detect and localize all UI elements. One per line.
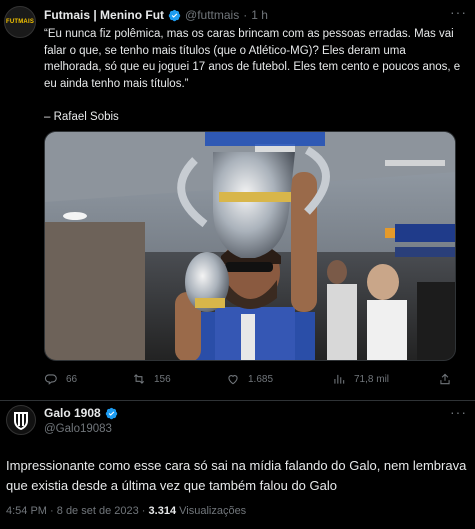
views-label: Visualizações — [179, 505, 247, 517]
separator-dot: · — [141, 505, 146, 517]
avatar[interactable] — [6, 405, 36, 435]
reply-count: 66 — [66, 373, 78, 385]
tweet-photo[interactable] — [44, 131, 456, 361]
parent-tweet[interactable]: FUTMAIS Futmais | Menino Fut @futtmais ·… — [0, 0, 475, 401]
tweet-text: Impressionante como esse cara só sai na … — [6, 458, 467, 493]
author-name[interactable]: Futmais | Menino Fut — [44, 8, 164, 22]
avatar[interactable]: FUTMAIS — [4, 6, 36, 38]
retweet-button[interactable]: 156 — [132, 372, 171, 386]
tweet-meta: 4:54 PM · 8 de set de 2023 · 3.314 Visua… — [6, 505, 246, 517]
like-count: 1.685 — [248, 373, 274, 385]
tweet-actions: 66 156 1.685 71,8 mil — [44, 372, 460, 388]
like-button[interactable]: 1.685 — [226, 372, 273, 386]
author-handle[interactable]: @Galo19083 — [44, 423, 112, 435]
reply-button[interactable]: 66 — [44, 372, 77, 386]
separator-dot: · — [243, 8, 248, 22]
views-chart-icon — [334, 374, 345, 384]
verified-badge-icon — [168, 9, 181, 21]
retweet-count: 156 — [154, 373, 171, 385]
verified-badge-icon — [105, 407, 117, 419]
share-button[interactable] — [438, 372, 460, 386]
more-options-icon[interactable]: ··· — [450, 404, 467, 420]
author-name-row: Galo 1908 — [44, 406, 122, 420]
reply-icon — [44, 374, 57, 385]
avatar-logo-text: FUTMAIS — [5, 19, 35, 25]
views-count: 3.314 — [148, 505, 177, 517]
club-crest-icon — [14, 412, 28, 430]
tweet-header: Futmais | Menino Fut @futtmais · 1 h — [44, 8, 467, 22]
author-name[interactable]: Galo 1908 — [44, 406, 101, 420]
tweet-date[interactable]: 8 de set de 2023 — [57, 505, 139, 517]
retweet-icon — [133, 374, 145, 384]
tweet-time[interactable]: 4:54 PM — [6, 505, 47, 517]
share-icon — [440, 373, 450, 385]
view-count: 71,8 mil — [354, 373, 390, 385]
separator-dot: · — [50, 505, 54, 517]
photo-airport-trophy — [45, 132, 455, 360]
tweet-text: “Eu nunca fiz polêmica, mas os caras bri… — [44, 28, 461, 123]
author-handle[interactable]: @futtmais — [185, 8, 239, 22]
tweet-time[interactable]: 1 h — [251, 8, 268, 22]
more-options-icon[interactable]: ··· — [450, 4, 467, 20]
heart-icon — [228, 375, 238, 385]
views-button[interactable]: 71,8 mil — [332, 372, 389, 386]
